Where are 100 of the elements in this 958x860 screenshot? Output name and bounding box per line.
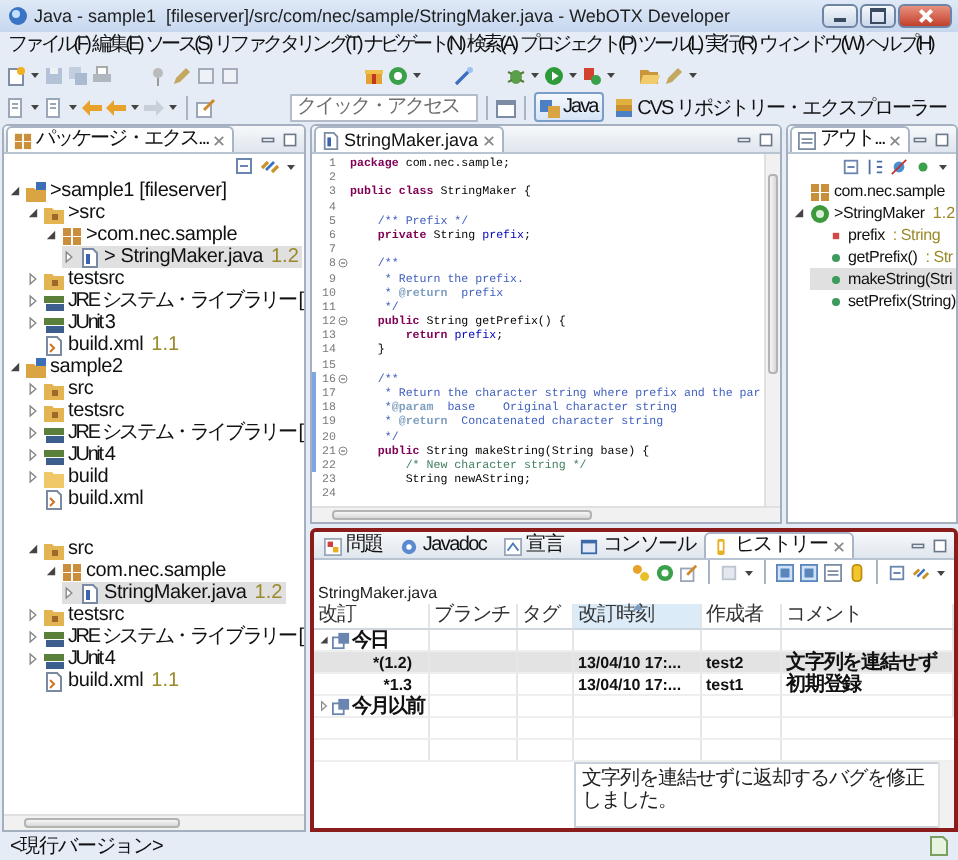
tree-item[interactable]: testsrc	[26, 400, 129, 422]
pin-icon[interactable]	[148, 65, 168, 85]
compare-icon[interactable]	[632, 563, 650, 581]
list-icon[interactable]	[824, 563, 842, 581]
tree-item[interactable]: JUnit 3	[26, 312, 118, 334]
caret-icon[interactable]	[168, 102, 178, 112]
caret-icon[interactable]	[938, 161, 948, 171]
quick-access-field[interactable]: クイック・アクセス	[289, 93, 478, 121]
bug-icon[interactable]	[506, 65, 526, 85]
tree-item[interactable]: build	[26, 466, 113, 488]
tree-item[interactable]: build.xml 1.1	[26, 670, 184, 692]
dot-icon[interactable]	[914, 157, 932, 175]
menu-item[interactable]: ヘルプ(H)	[864, 32, 935, 60]
tree-item[interactable]: StringMaker.java 1.2	[62, 582, 287, 604]
close-icon[interactable]	[482, 133, 497, 147]
tree-item[interactable]: build.xml	[26, 488, 148, 510]
menu-item[interactable]: 実行(R)	[702, 32, 757, 60]
table-row[interactable]: *(1.2) 13/04/10 17:... test2 文字列を連結せず	[314, 652, 954, 674]
expander-icon[interactable]	[318, 634, 330, 646]
expander-icon[interactable]	[44, 228, 58, 242]
fold-icon[interactable]	[337, 258, 347, 269]
tree-item[interactable]: build.xml 1.1	[26, 334, 184, 356]
view-tab[interactable]: コンソール	[572, 532, 703, 558]
tree-item[interactable]: src	[26, 538, 98, 560]
tree-item[interactable]: >sample1 [fileserver]	[8, 180, 231, 202]
menu-item[interactable]: ツール(L)	[635, 32, 703, 60]
expander-icon[interactable]	[8, 184, 22, 198]
edit-icon[interactable]	[196, 97, 216, 117]
scroll-thumb[interactable]	[24, 818, 180, 828]
tree-item[interactable]: setPrefix(String)	[810, 290, 956, 312]
tree-item[interactable]: JUnit 4	[26, 648, 118, 670]
menu-item[interactable]: 検索(A)	[465, 32, 518, 60]
expander-icon[interactable]	[26, 542, 40, 556]
gift-icon[interactable]	[364, 65, 384, 85]
pill-icon[interactable]	[848, 563, 866, 581]
perspective-button[interactable]: CVS リポジトリー・エクスプローラー	[607, 92, 952, 122]
tree-item[interactable]: JRE システム・ライブラリー [	[26, 290, 304, 312]
tree-item[interactable]: >StringMaker 1.2	[792, 202, 956, 224]
caret-icon[interactable]	[30, 102, 40, 112]
maximize-icon[interactable]	[932, 537, 948, 553]
view-tab[interactable]: 宣言	[496, 532, 571, 558]
close-button[interactable]	[898, 4, 952, 28]
view-tab[interactable]: パッケージ・エクス...	[6, 126, 235, 152]
wand-icon[interactable]	[454, 65, 474, 85]
table-row[interactable]: 今月以前	[314, 696, 954, 718]
collapse-all-icon[interactable]	[888, 563, 906, 581]
maximize-button[interactable]	[860, 4, 896, 28]
caret-icon[interactable]	[936, 567, 946, 577]
caret-icon[interactable]	[130, 102, 140, 112]
menu-item[interactable]: ウィンドウ(W)	[756, 32, 864, 60]
caret-icon[interactable]	[688, 70, 698, 80]
editor-tab[interactable]: StringMaker.java	[314, 126, 505, 152]
folder-icon[interactable]	[640, 65, 660, 85]
table-row[interactable]: *1.3 13/04/10 17:... test1 初期登録	[314, 674, 954, 696]
caret-icon[interactable]	[68, 102, 78, 112]
fold-icon[interactable]	[337, 316, 347, 327]
menu-item[interactable]: 編集(E)	[90, 32, 144, 60]
print-icon[interactable]	[92, 65, 112, 85]
pencil-icon[interactable]	[172, 65, 192, 85]
menu-item[interactable]: ファイル(F)	[6, 32, 91, 60]
menu-item[interactable]: プロジェクト(P)	[517, 32, 636, 60]
collapse-all-icon[interactable]	[234, 156, 254, 176]
perspective-button[interactable]: Java	[533, 92, 604, 122]
tree-item[interactable]: getPrefix() : Str	[810, 246, 956, 268]
tree-item[interactable]: makeString(Stri	[810, 268, 956, 290]
tree-item[interactable]: prefix : String	[810, 224, 945, 246]
scrollbar[interactable]	[312, 506, 780, 522]
link-icon[interactable]	[912, 563, 930, 581]
square-icon[interactable]	[220, 65, 240, 85]
column-header[interactable]: 作成者	[702, 604, 782, 630]
maximize-icon[interactable]	[282, 131, 298, 147]
edit-icon[interactable]	[680, 563, 698, 581]
hide-fields-icon[interactable]	[890, 157, 908, 175]
column-header[interactable]: コメント	[782, 604, 954, 630]
expander-icon[interactable]	[44, 564, 58, 578]
scroll-thumb[interactable]	[768, 174, 778, 374]
caret-icon[interactable]	[30, 70, 40, 80]
column-header[interactable]: タグ	[518, 604, 574, 630]
open-perspective-icon[interactable]	[495, 97, 516, 117]
tree-item[interactable]: testsrc	[26, 604, 129, 626]
minimize-button[interactable]	[822, 4, 858, 28]
column-header[interactable]: 改訂時刻	[574, 604, 702, 630]
expander-icon[interactable]	[792, 206, 806, 220]
expander-icon[interactable]	[26, 206, 40, 220]
caret-icon[interactable]	[606, 70, 616, 80]
menu-item[interactable]: ナビゲート(N)	[362, 32, 465, 60]
scroll-thumb[interactable]	[332, 510, 592, 520]
tree-item[interactable]: testsrc	[26, 268, 129, 290]
view-tab[interactable]: ヒストリー	[704, 532, 853, 558]
scrollbar[interactable]	[938, 762, 954, 828]
maximize-icon[interactable]	[758, 131, 774, 147]
tree-item[interactable]: JRE システム・ライブラリー [	[26, 422, 304, 444]
tree-item[interactable]: sample2	[8, 356, 127, 378]
view-tab[interactable]: Javadoc	[392, 532, 495, 558]
view-tab[interactable]: 問題	[316, 532, 391, 558]
close-icon[interactable]	[212, 133, 227, 147]
refresh-icon[interactable]	[656, 563, 674, 581]
collapse-all-icon[interactable]	[842, 157, 860, 175]
column-header[interactable]: ブランチ	[430, 604, 518, 630]
menu-item[interactable]: リファクタリング(T)	[212, 32, 363, 60]
